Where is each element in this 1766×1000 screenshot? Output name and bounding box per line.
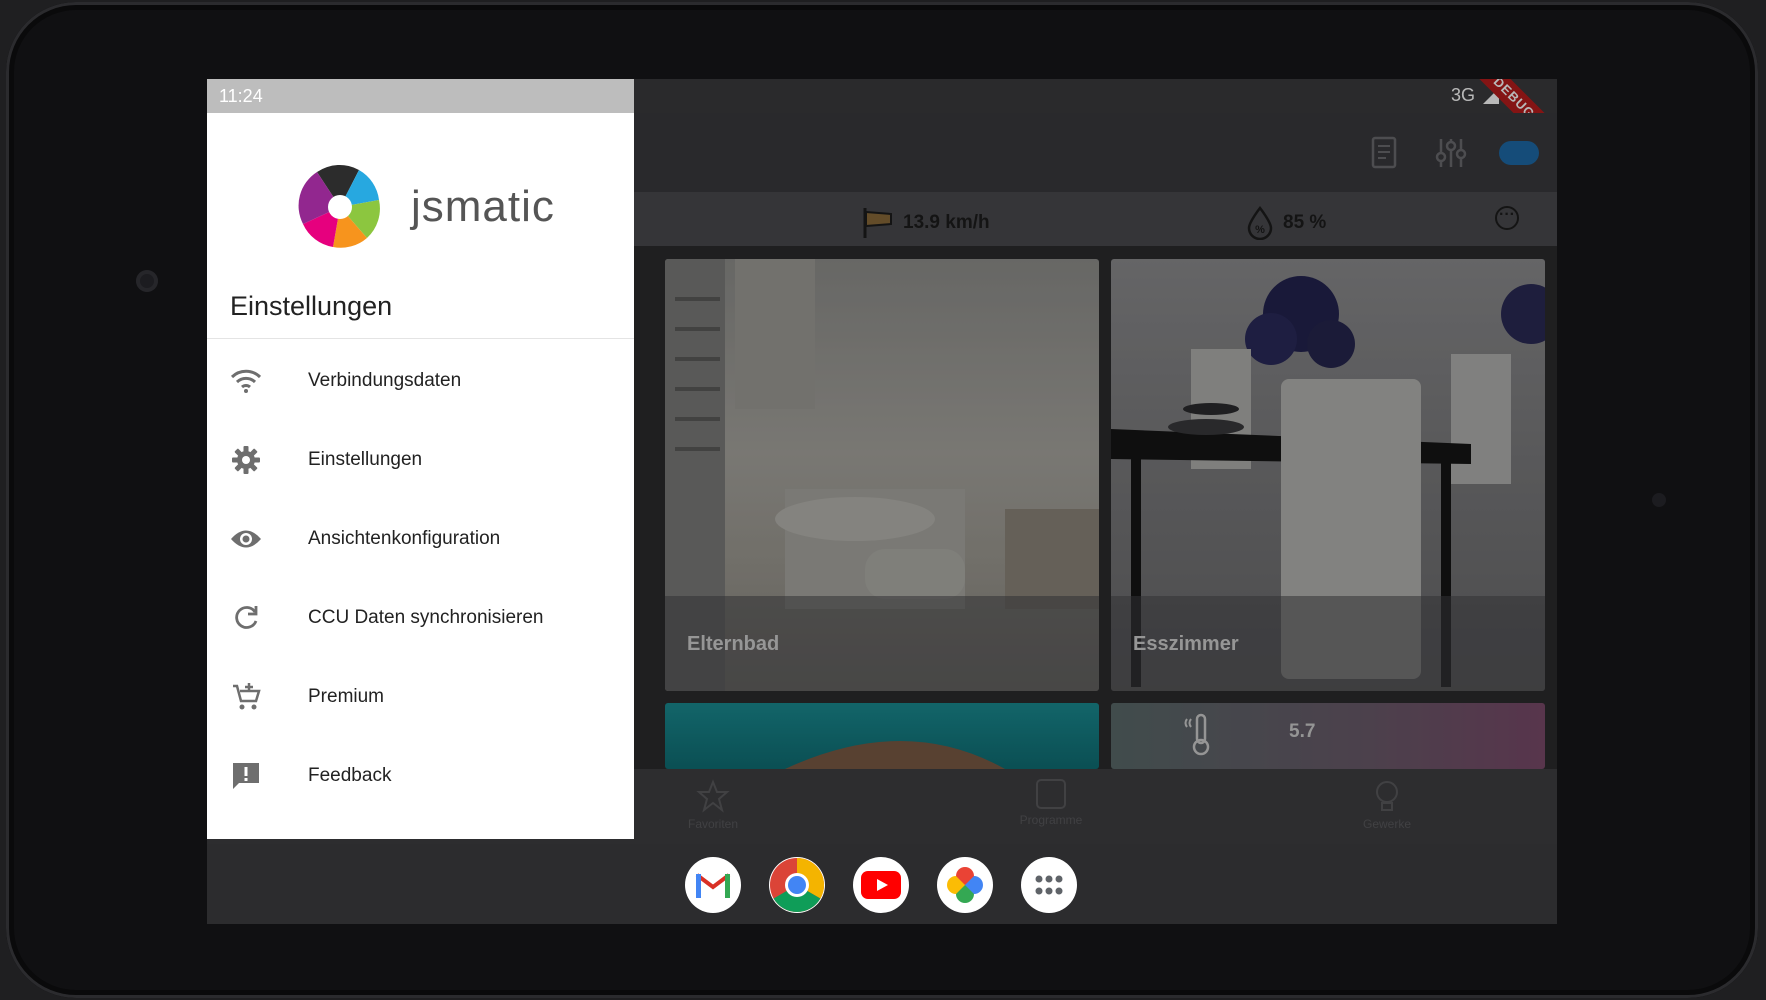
drawer-status-bar: 11:24: [207, 79, 634, 113]
device-stage: 3G DEBUG 13.9 km/h % 85 % ··· Elternbad …: [0, 0, 1766, 1000]
menu-item-premium[interactable]: Premium: [207, 657, 634, 736]
device-screen: 3G DEBUG 13.9 km/h % 85 % ··· Elternbad …: [207, 79, 1557, 924]
app-drawer-icon[interactable]: [1021, 857, 1077, 913]
app-dock: [685, 857, 1077, 913]
gmail-icon[interactable]: [685, 857, 741, 913]
gear-icon: [230, 444, 262, 476]
sync-icon: [230, 602, 262, 634]
youtube-icon[interactable]: [853, 857, 909, 913]
navigation-drawer: 11:24 jsmatic Einstellungen Verbindungsd…: [207, 79, 634, 839]
menu-item-sync-ccu[interactable]: CCU Daten synchronisieren: [207, 578, 634, 657]
menu-label: Ansichtenkonfiguration: [308, 527, 501, 549]
status-time: 11:24: [219, 86, 263, 106]
feedback-icon: [230, 760, 262, 792]
menu-label: Verbindungsdaten: [308, 369, 462, 391]
drawer-divider: [207, 338, 634, 339]
photos-icon[interactable]: [937, 857, 993, 913]
chrome-icon[interactable]: [769, 857, 825, 913]
logo-text: jsmatic: [411, 182, 555, 231]
light-sensor: [1652, 493, 1666, 507]
menu-label: Einstellungen: [308, 448, 423, 470]
menu-label: Feedback: [308, 764, 392, 786]
app-logo: jsmatic: [297, 164, 555, 250]
menu-item-feedback[interactable]: Feedback: [207, 736, 634, 815]
menu-item-connection[interactable]: Verbindungsdaten: [207, 341, 634, 420]
drawer-menu: Verbindungsdaten Einstellungen Ansichten…: [207, 341, 634, 815]
menu-item-settings[interactable]: Einstellungen: [207, 420, 634, 499]
wifi-icon: [230, 365, 262, 397]
eye-icon: [230, 523, 262, 555]
drawer-heading: Einstellungen: [230, 291, 393, 321]
menu-item-view-config[interactable]: Ansichtenkonfiguration: [207, 499, 634, 578]
system-taskbar: [207, 844, 1557, 924]
menu-label: CCU Daten synchronisieren: [308, 606, 544, 628]
cart-icon: [230, 681, 262, 713]
front-camera: [136, 270, 158, 292]
jsmatic-logo-icon: [298, 164, 380, 248]
menu-label: Premium: [308, 685, 385, 707]
